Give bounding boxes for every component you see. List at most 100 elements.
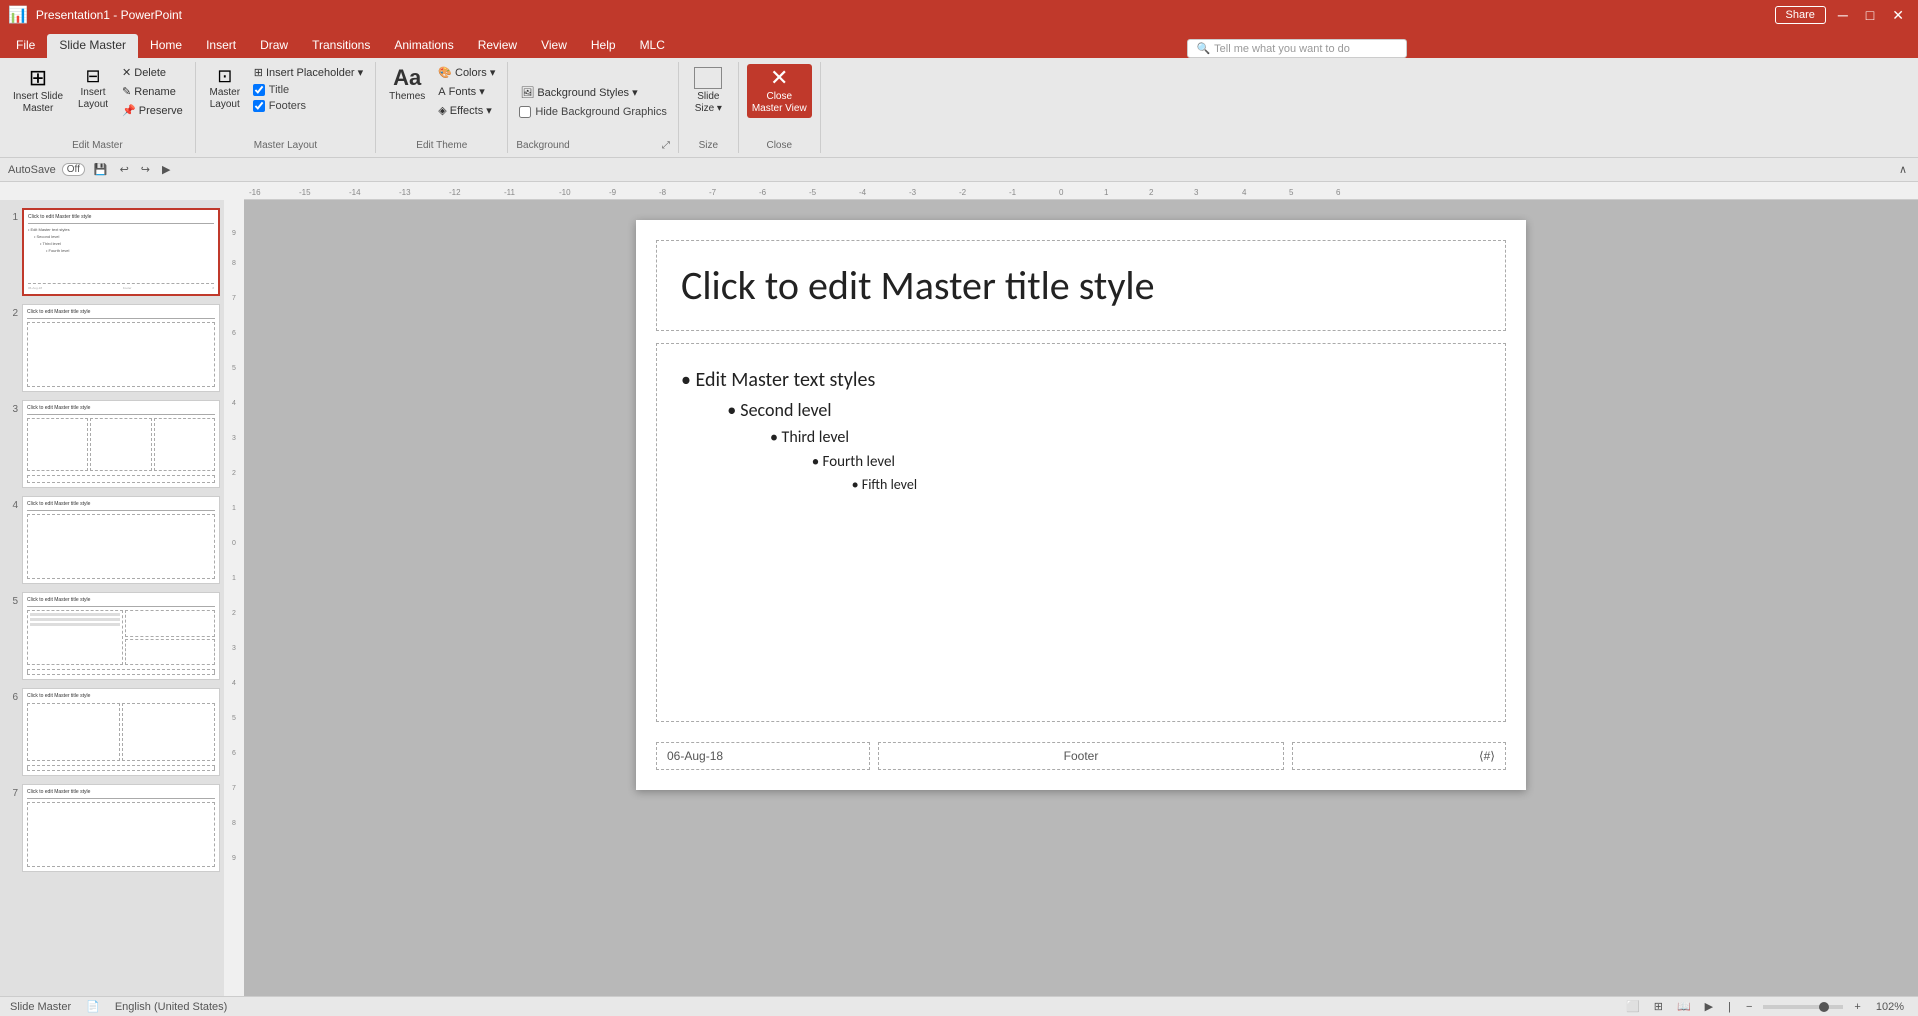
title-checkbox[interactable]: Title <box>250 83 367 97</box>
background-expand-icon[interactable]: ⤢ <box>662 140 670 151</box>
footer-center-text: Footer <box>1064 749 1099 763</box>
svg-text:-11: -11 <box>504 188 516 197</box>
svg-text:5: 5 <box>1289 188 1294 197</box>
minimize-button[interactable]: ─ <box>1832 5 1854 25</box>
status-notes-icon[interactable]: 📄 <box>83 999 103 1014</box>
insert-placeholder-button[interactable]: ⊞ Insert Placeholder ▾ <box>250 64 367 81</box>
themes-button[interactable]: Aa Themes <box>384 64 430 106</box>
ribbon-group-edit-master: ⊞ Insert SlideMaster ⊟ InsertLayout ✕ De… <box>0 62 196 153</box>
fonts-button[interactable]: A Fonts ▾ <box>434 83 499 100</box>
slide-thumb-2[interactable]: 2 Click to edit Master title style <box>4 304 220 392</box>
svg-text:-7: -7 <box>709 188 717 197</box>
autosave-toggle[interactable]: Off <box>62 163 85 176</box>
slide-thumb-6[interactable]: 6 Click to edit Master title style <box>4 688 220 776</box>
present-button[interactable]: ▶ <box>159 162 173 177</box>
ribbon: ⊞ Insert SlideMaster ⊟ InsertLayout ✕ De… <box>0 58 1918 158</box>
tab-insert[interactable]: Insert <box>194 34 248 58</box>
tab-file[interactable]: File <box>4 34 47 58</box>
status-right: ⬜ ⊞ 📖 ▶ | − + 102% <box>1623 999 1908 1014</box>
footers-checkbox[interactable]: Footers <box>250 99 367 113</box>
slide-thumb-3[interactable]: 3 Click to edit Master title style <box>4 400 220 488</box>
slide-thumb-7[interactable]: 7 Click to edit Master title style <box>4 784 220 872</box>
normal-view-icon[interactable]: ⬜ <box>1623 999 1643 1014</box>
svg-text:4: 4 <box>232 400 236 407</box>
svg-text:8: 8 <box>232 260 236 267</box>
redo-button[interactable]: ↪ <box>138 162 153 177</box>
delete-button[interactable]: ✕ Delete <box>118 64 187 81</box>
svg-text:2: 2 <box>1149 188 1154 197</box>
workspace: 9 8 7 6 5 4 3 2 1 0 1 2 3 4 5 6 7 8 9 <box>224 200 1918 996</box>
preserve-button[interactable]: 📌 Preserve <box>118 102 187 119</box>
slide-thumbnail-5[interactable]: Click to edit Master title style <box>22 592 220 680</box>
background-styles-button[interactable]: 🖼 Background Styles ▾ <box>516 84 641 101</box>
svg-text:2: 2 <box>232 610 236 617</box>
colors-button[interactable]: 🎨 Colors ▾ <box>434 64 499 81</box>
svg-text:3: 3 <box>232 645 236 652</box>
zoom-level[interactable]: 102% <box>1872 1001 1908 1013</box>
reading-view-icon[interactable]: 📖 <box>1674 999 1694 1014</box>
vertical-ruler: 9 8 7 6 5 4 3 2 1 0 1 2 3 4 5 6 7 8 9 <box>224 200 244 996</box>
insert-layout-button[interactable]: ⊟ InsertLayout <box>72 64 114 114</box>
ribbon-group-close: ✕ CloseMaster View Close <box>739 62 821 153</box>
background-styles-icon: 🖼 <box>520 86 534 99</box>
slide-size-button[interactable]: SlideSize ▾ <box>687 64 729 118</box>
hide-bg-graphics-checkbox[interactable]: Hide Background Graphics <box>516 105 669 119</box>
collapse-ribbon-button[interactable]: ∧ <box>1896 162 1910 177</box>
close-window-button[interactable]: ✕ <box>1886 5 1910 26</box>
tab-view[interactable]: View <box>529 34 579 58</box>
svg-text:5: 5 <box>232 365 236 372</box>
content-placeholder[interactable]: • Edit Master text styles • Second level… <box>656 343 1506 722</box>
slide-thumbnail-7[interactable]: Click to edit Master title style <box>22 784 220 872</box>
slide-thumbnail-3[interactable]: Click to edit Master title style <box>22 400 220 488</box>
share-button[interactable]: Share <box>1775 6 1826 24</box>
svg-text:1: 1 <box>232 575 236 582</box>
rename-button[interactable]: ✎ Rename <box>118 83 187 100</box>
save-button[interactable]: 💾 <box>91 162 111 177</box>
tab-draw[interactable]: Draw <box>248 34 300 58</box>
ribbon-tabs: File Slide Master Home Insert Draw Trans… <box>0 30 1918 58</box>
slide-thumbnail-4[interactable]: Click to edit Master title style <box>22 496 220 584</box>
language: English (United States) <box>115 1001 228 1013</box>
slide-thumb-1[interactable]: 1 Click to edit Master title style • Edi… <box>4 208 220 296</box>
content-level-5: • Fifth level <box>801 474 1481 496</box>
zoom-in-button[interactable]: + <box>1851 1000 1863 1014</box>
slide-thumbnail-2[interactable]: Click to edit Master title style <box>22 304 220 392</box>
effects-button[interactable]: ◈ Effects ▾ <box>434 102 499 119</box>
maximize-button[interactable]: □ <box>1860 5 1880 25</box>
zoom-slider[interactable] <box>1763 1005 1843 1009</box>
tab-slide-master[interactable]: Slide Master <box>47 34 138 58</box>
tab-mlc[interactable]: MLC <box>628 34 677 58</box>
slide-thumb-4[interactable]: 4 Click to edit Master title style <box>4 496 220 584</box>
footer-date-box[interactable]: 06-Aug-18 <box>656 742 870 770</box>
close-master-view-button[interactable]: ✕ CloseMaster View <box>747 64 812 118</box>
ribbon-group-master-layout: ⊡ MasterLayout ⊞ Insert Placeholder ▾ Ti… <box>196 62 376 153</box>
undo-button[interactable]: ↩ <box>117 162 132 177</box>
insert-placeholder-icon: ⊞ <box>254 66 263 79</box>
master-layout-button[interactable]: ⊡ MasterLayout <box>204 64 246 114</box>
tab-home[interactable]: Home <box>138 34 194 58</box>
zoom-out-button[interactable]: − <box>1743 1000 1755 1014</box>
tab-help[interactable]: Help <box>579 34 628 58</box>
footer-page-text: ⟨#⟩ <box>1479 749 1495 763</box>
content-level-2: • Second level <box>711 396 1481 425</box>
svg-text:0: 0 <box>232 540 236 547</box>
tab-transitions[interactable]: Transitions <box>300 34 382 58</box>
slide-thumb-5[interactable]: 5 Click to edit Master title style <box>4 592 220 680</box>
svg-text:1: 1 <box>1104 188 1109 197</box>
title-placeholder[interactable]: Click to edit Master title style <box>656 240 1506 331</box>
footer-page-box[interactable]: ⟨#⟩ <box>1292 742 1506 770</box>
colors-icon: 🎨 <box>438 66 452 79</box>
svg-text:3: 3 <box>1194 188 1199 197</box>
slide-thumbnail-1[interactable]: Click to edit Master title style • Edit … <box>22 208 220 296</box>
slide-thumbnail-6[interactable]: Click to edit Master title style <box>22 688 220 776</box>
insert-slide-master-button[interactable]: ⊞ Insert SlideMaster <box>8 64 68 118</box>
slideshow-icon[interactable]: ▶ <box>1702 999 1716 1014</box>
search-bar[interactable]: 🔍 Tell me what you want to do <box>1187 39 1407 58</box>
tab-animations[interactable]: Animations <box>382 34 465 58</box>
tab-review[interactable]: Review <box>466 34 529 58</box>
zoom-thumb[interactable] <box>1819 1002 1829 1012</box>
footer-center-box[interactable]: Footer <box>878 742 1284 770</box>
search-icon: 🔍 <box>1196 42 1210 55</box>
slide-sorter-icon[interactable]: ⊞ <box>1651 999 1666 1014</box>
slide-size-icon <box>694 67 722 89</box>
